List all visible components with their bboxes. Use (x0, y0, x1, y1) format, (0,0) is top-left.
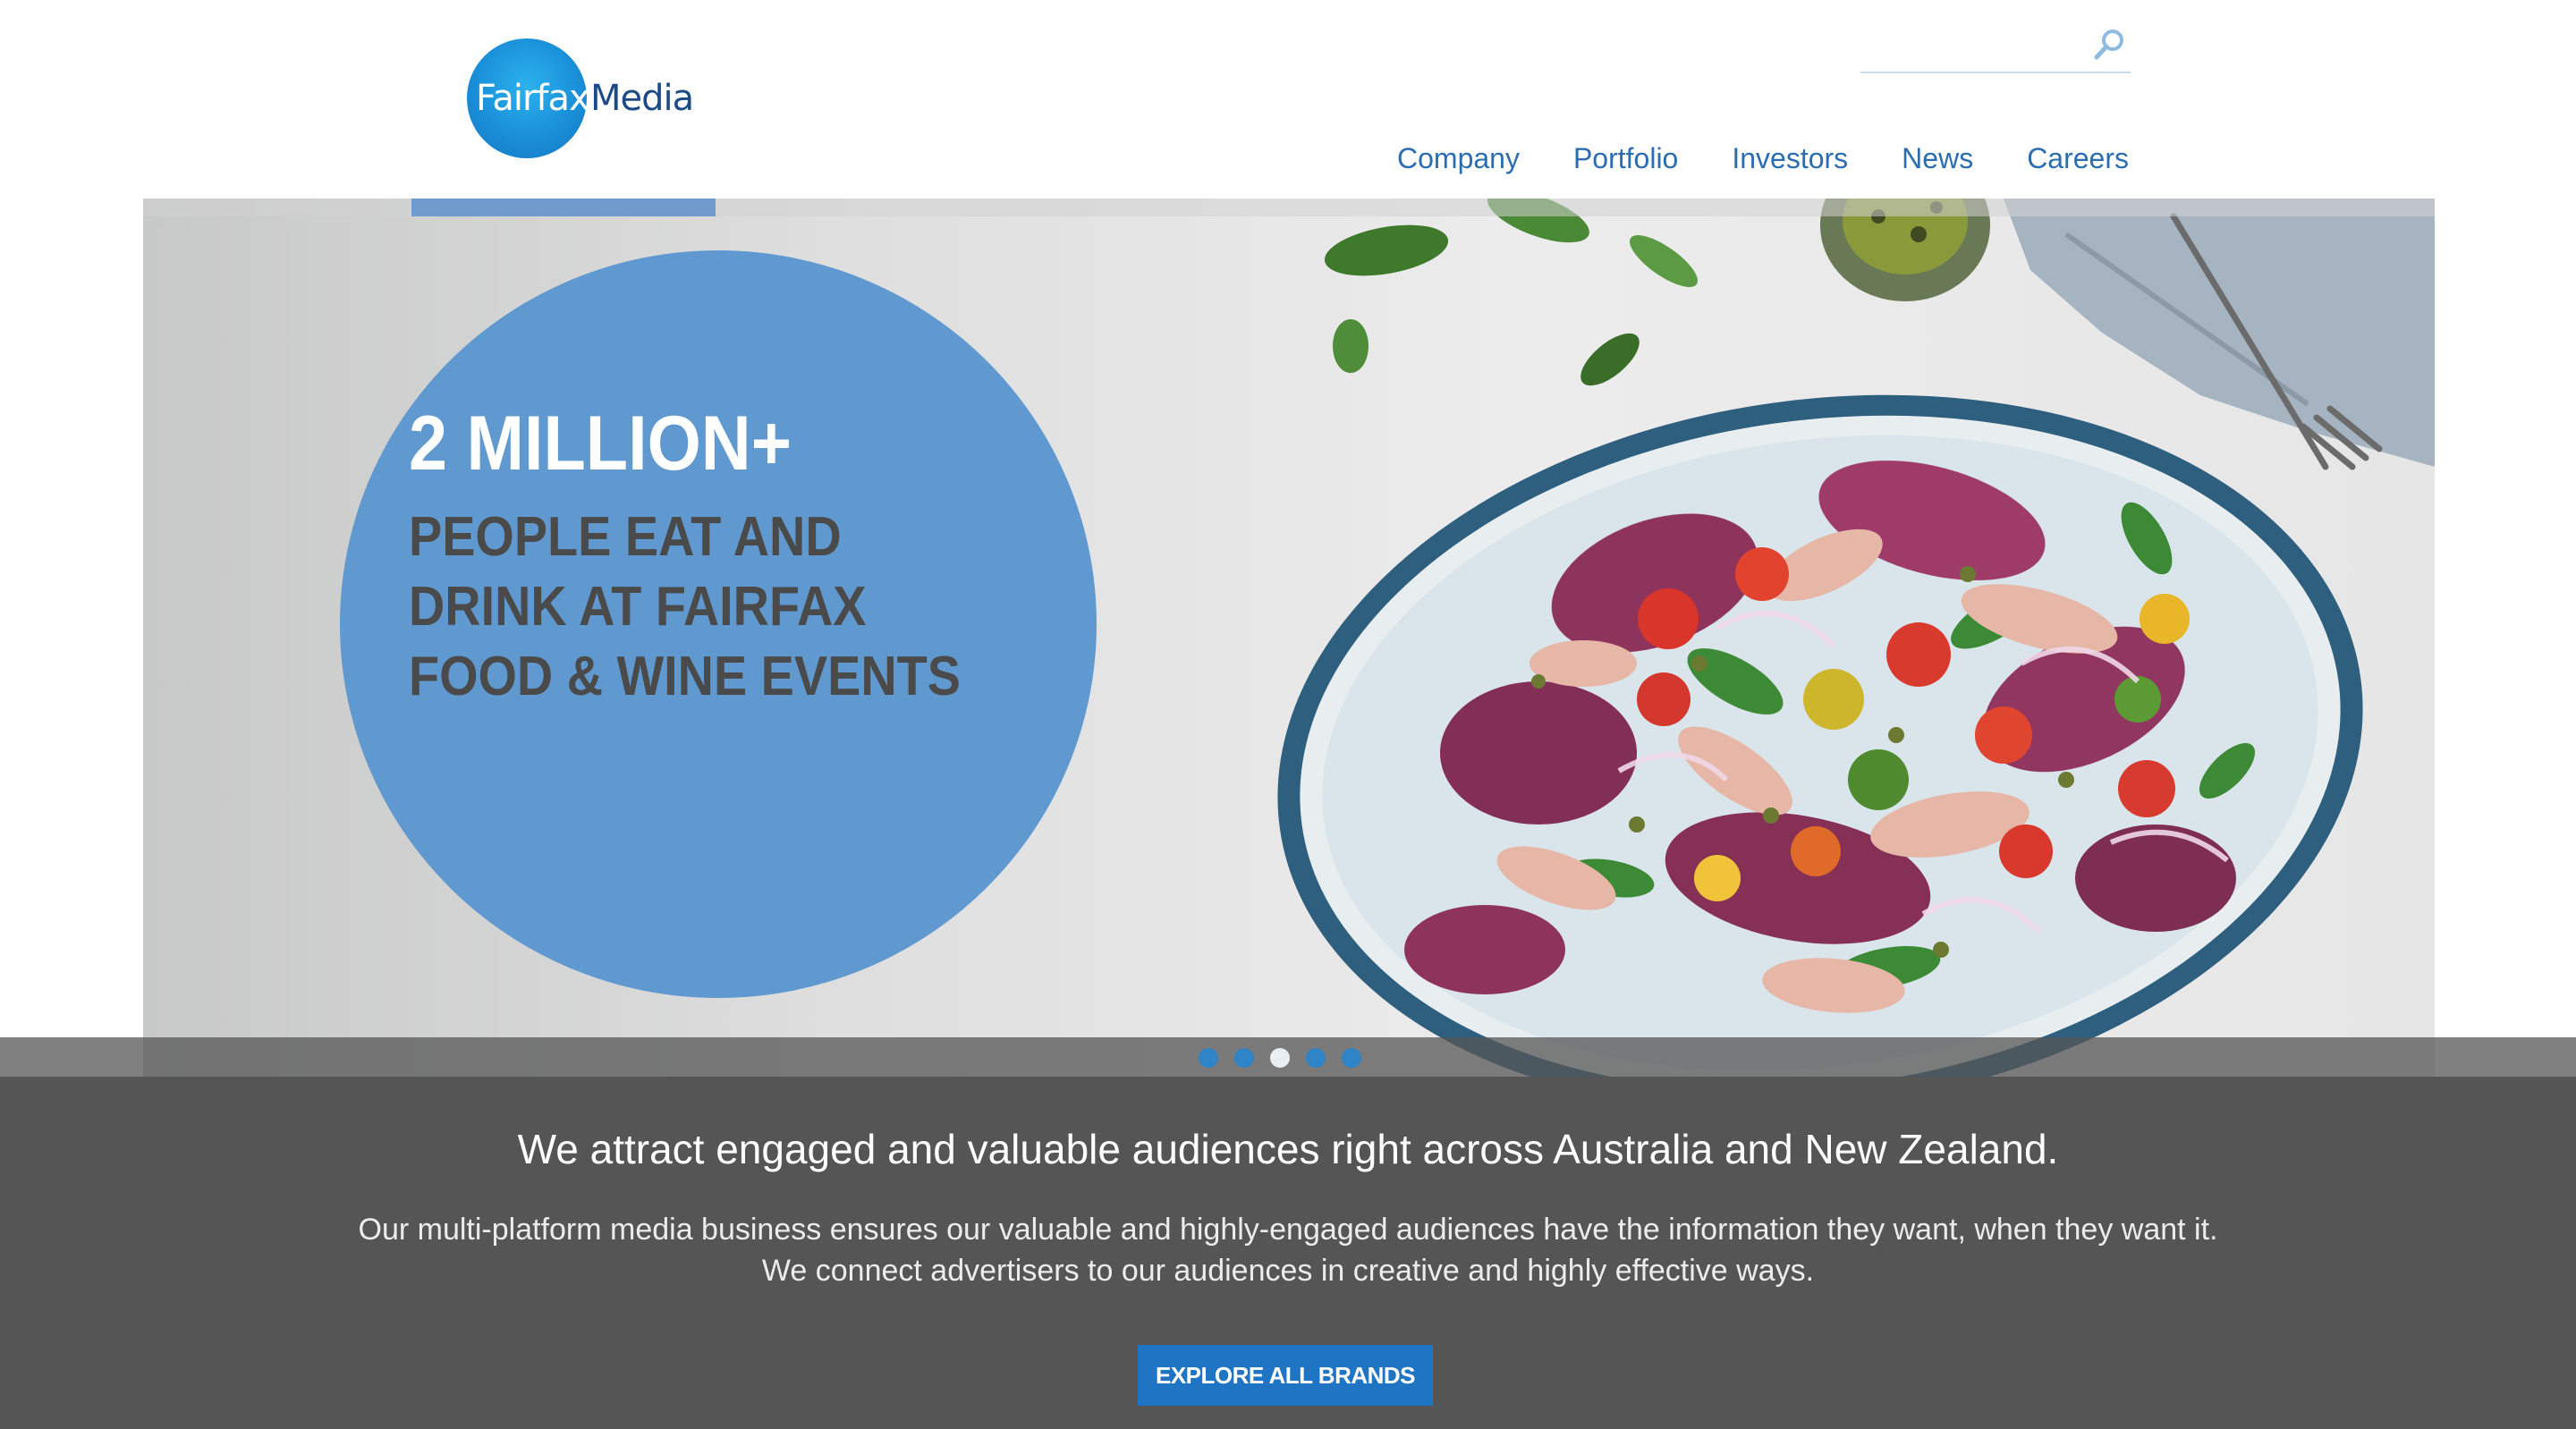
search-box (1860, 20, 2131, 73)
nav-investors[interactable]: Investors (1732, 134, 1848, 182)
site-header: Fairfax Media Company Portfolio Investor… (0, 0, 2576, 199)
nav-news[interactable]: News (1902, 134, 1973, 182)
stat-headline: 2 MILLION+ (409, 401, 792, 486)
carousel-dot-5[interactable] (1342, 1048, 1361, 1068)
logo-word-media: Media (590, 78, 694, 119)
audience-section: We attract engaged and valuable audience… (0, 1077, 2576, 1429)
hero-carousel[interactable]: 2 MILLION+ PEOPLE EAT AND DRINK AT FAIRF… (143, 199, 2435, 1077)
explore-all-brands-button[interactable]: EXPLORE ALL BRANDS (1138, 1345, 1433, 1406)
search-input[interactable] (1860, 25, 2088, 66)
carousel-dot-3[interactable] (1270, 1048, 1290, 1068)
carousel-dot-4[interactable] (1306, 1048, 1326, 1068)
audience-body-line-1: Our multi-platform media business ensure… (358, 1213, 2218, 1247)
audience-headline: We attract engaged and valuable audience… (517, 1126, 2059, 1172)
nav-portfolio[interactable]: Portfolio (1573, 134, 1678, 182)
logo-word-fairfax: Fairfax (476, 78, 590, 119)
search-icon[interactable] (2091, 27, 2127, 63)
stat-description: PEOPLE EAT AND DRINK AT FAIRFAX FOOD & W… (409, 506, 961, 707)
fairfax-media-logo[interactable]: Fairfax Media (467, 38, 694, 159)
carousel-dots (1199, 1048, 1361, 1068)
audience-body-line-2: We connect advertisers to our audiences … (761, 1254, 1815, 1288)
main-nav: Company Portfolio Investors News Careers (1397, 134, 2129, 182)
carousel-dot-2[interactable] (1234, 1048, 1254, 1068)
hero-active-tab-indicator (411, 199, 716, 216)
logo-circle: Fairfax (467, 38, 590, 158)
nav-company[interactable]: Company (1397, 134, 1520, 182)
carousel-dot-1[interactable] (1199, 1048, 1218, 1068)
nav-careers[interactable]: Careers (2027, 134, 2129, 182)
